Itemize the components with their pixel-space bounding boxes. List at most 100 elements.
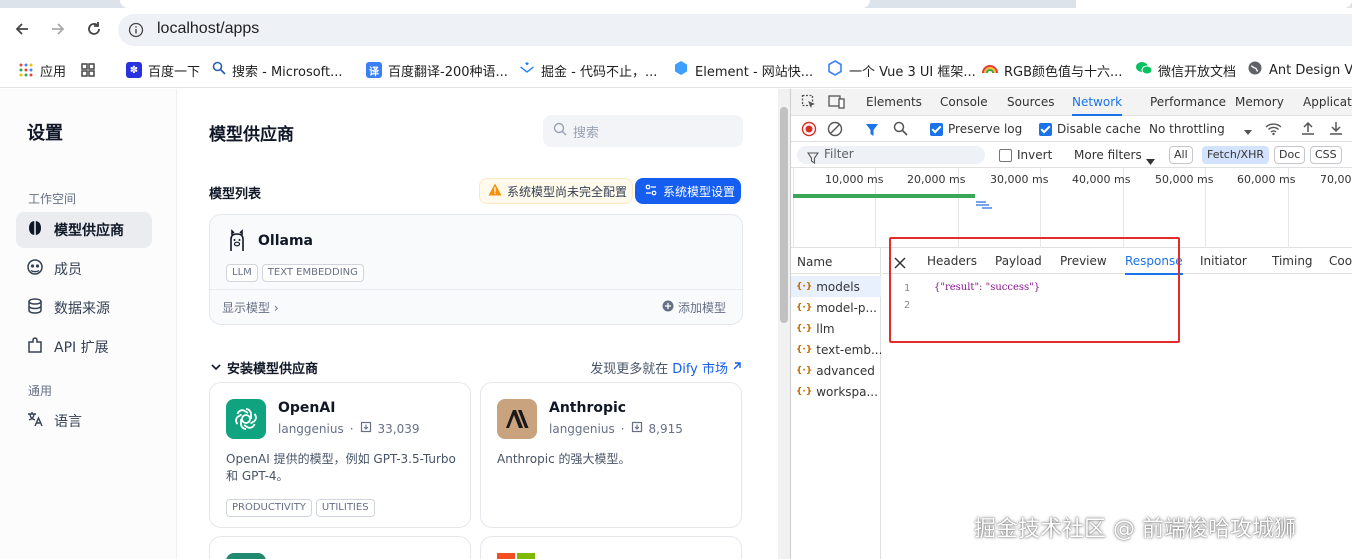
sidebar-item-model-provider[interactable]: 模型供应商	[16, 212, 152, 248]
request-row[interactable]: {·} llm	[791, 318, 881, 339]
record-icon[interactable]	[801, 121, 817, 141]
preserve-log-checkbox[interactable]	[930, 123, 943, 136]
network-conditions-icon[interactable]	[1265, 121, 1282, 140]
bookmark-apps[interactable]: 应用	[18, 60, 66, 80]
name-column-header[interactable]: Name	[791, 248, 881, 274]
bookmark-vue-ui[interactable]: 一个 Vue 3 UI 框架...	[827, 60, 976, 80]
provider-name: Anthropic	[549, 400, 627, 416]
system-model-settings-button[interactable]: 系统模型设置	[635, 178, 741, 204]
devtools-tab-bar: Elements Console Sources Network Perform…	[791, 89, 1352, 116]
preserve-log-label: Preserve log	[948, 122, 1023, 136]
type-filter-doc[interactable]: Doc	[1274, 146, 1306, 164]
active-tab[interactable]	[120, 0, 870, 8]
settings-title: 设置	[27, 123, 63, 144]
bookmark-microsoft[interactable]: 搜索 - Microsoft...	[212, 60, 343, 80]
tab-elements[interactable]: Elements	[866, 95, 922, 109]
request-marker-icon	[976, 196, 992, 215]
timeline-tick-label: 30,000 ms	[990, 173, 1049, 186]
tab-initiator[interactable]: Initiator	[1200, 254, 1247, 268]
tab[interactable]	[1076, 0, 1352, 8]
request-row[interactable]: {·} advanced	[791, 360, 881, 381]
show-models-button[interactable]: 显示模型 ›	[222, 299, 279, 316]
type-filter-all[interactable]: All	[1169, 146, 1193, 164]
tab-groups-icon[interactable]	[80, 60, 96, 80]
invert-checkbox[interactable]	[999, 149, 1012, 162]
device-toolbar-icon[interactable]	[828, 94, 845, 114]
group-label-general: 通用	[28, 384, 53, 398]
address-bar[interactable]: localhost/apps	[118, 14, 1352, 46]
timeline-tick-label: 50,000 ms	[1155, 173, 1214, 186]
more-filters-dropdown[interactable]: More filters	[1074, 148, 1142, 162]
members-icon	[26, 258, 44, 280]
tab-cookies[interactable]: Cook	[1329, 254, 1352, 268]
install-providers-toggle[interactable]: 安装模型供应商	[211, 358, 318, 377]
sidebar-item-api-extension[interactable]: API 扩展	[16, 329, 152, 365]
url-text[interactable]: localhost/apps	[157, 20, 259, 38]
bookmark-rgb[interactable]: RGB颜色值与十六...	[982, 60, 1122, 80]
divider	[210, 289, 742, 290]
provider-card-partial[interactable]	[209, 536, 471, 559]
ollama-llama-icon	[226, 229, 248, 257]
provider-meta: langgenius · 8,915	[549, 421, 683, 436]
bookmark-ant-design[interactable]: Ant Design Vue	[1247, 60, 1352, 80]
sidebar-item-members[interactable]: 成员	[16, 251, 152, 287]
tab-console[interactable]: Console	[940, 95, 988, 109]
provider-card-openai[interactable]: OpenAI langgenius · 33,039 OpenAI 提供的模型，…	[209, 382, 471, 528]
provider-description: OpenAI 提供的模型，例如 GPT-3.5-Turbo 和 GPT-4。	[226, 452, 456, 483]
bookmark-baidu-translate[interactable]: 译 百度翻译-200种语...	[366, 60, 508, 80]
tag-llm: LLM	[226, 264, 258, 282]
upload-icon[interactable]	[1301, 121, 1315, 140]
request-row[interactable]: {·} text-emb...	[791, 339, 881, 360]
bookmark-wechat[interactable]: 微信开放文档	[1136, 60, 1236, 80]
add-model-label: 添加模型	[677, 301, 726, 315]
request-row[interactable]: {·} models	[791, 276, 881, 297]
sidebar-item-data-source[interactable]: 数据来源	[16, 290, 152, 326]
search-input[interactable]: 搜索	[543, 115, 743, 147]
tab-timing[interactable]: Timing	[1272, 254, 1313, 268]
bookmark-element[interactable]: Element - 网站快...	[673, 60, 813, 80]
install-count-icon	[360, 421, 372, 436]
system-model-warning: 系统模型尚未完全配置	[479, 178, 633, 204]
filter-input[interactable]: Filter	[797, 146, 985, 165]
discover-marketplace-link[interactable]: 发现更多就在 Dify 市场	[590, 358, 742, 377]
type-filter-css[interactable]: CSS	[1310, 146, 1342, 164]
provider-card-partial[interactable]	[480, 536, 742, 559]
tab-performance[interactable]: Performance	[1150, 95, 1226, 109]
throttling-select[interactable]: No throttling	[1149, 122, 1225, 136]
forward-icon[interactable]	[47, 18, 69, 40]
request-row[interactable]: {·} workspa...	[791, 381, 881, 402]
provider-name: OpenAI	[278, 400, 336, 416]
inspect-element-icon[interactable]	[801, 94, 817, 114]
site-info-icon[interactable]	[128, 22, 144, 42]
bookmark-label: 百度一下	[148, 64, 201, 80]
tab-memory[interactable]: Memory	[1235, 95, 1284, 109]
bookmark-baidu[interactable]: ✽ 百度一下	[126, 60, 200, 80]
wechat-icon	[1136, 61, 1153, 79]
chevron-right-icon: ›	[273, 301, 279, 315]
provider-card-anthropic[interactable]: Anthropic langgenius · 8,915 Anthropic 的…	[480, 382, 742, 528]
bookmark-juejin[interactable]: 掘金 - 代码不止，...	[519, 60, 657, 80]
search-icon[interactable]	[893, 121, 908, 140]
scrollbar-thumb[interactable]	[780, 107, 788, 323]
timeline-tick-label: 70,000	[1320, 173, 1352, 186]
add-model-button[interactable]: 添加模型	[662, 299, 726, 316]
install-count: 8,915	[648, 421, 683, 436]
network-toolbar: Preserve log Disable cache No throttling	[791, 116, 1352, 142]
xhr-icon: {·}	[796, 281, 813, 292]
clear-icon[interactable]	[827, 121, 843, 141]
tab-network[interactable]: Network	[1072, 95, 1123, 116]
tab-sources[interactable]: Sources	[1007, 95, 1054, 109]
tab-application[interactable]: Applicati	[1303, 95, 1352, 109]
back-icon[interactable]	[11, 18, 33, 40]
dropdown-caret-icon[interactable]	[1243, 122, 1253, 141]
network-overview-timeline[interactable]: 10,000 ms 20,000 ms 30,000 ms 40,000 ms …	[791, 168, 1352, 248]
sidebar-item-language[interactable]: 语言	[16, 403, 152, 439]
type-filter-fetch-xhr[interactable]: Fetch/XHR	[1202, 146, 1269, 164]
download-icon[interactable]	[1329, 121, 1343, 140]
page-scrollbar[interactable]	[778, 89, 790, 559]
tab-strip	[0, 0, 1352, 8]
filter-funnel-icon[interactable]	[865, 122, 879, 141]
disable-cache-checkbox[interactable]	[1039, 123, 1052, 136]
request-row[interactable]: {·} model-p...	[791, 297, 881, 318]
reload-icon[interactable]	[83, 18, 105, 40]
